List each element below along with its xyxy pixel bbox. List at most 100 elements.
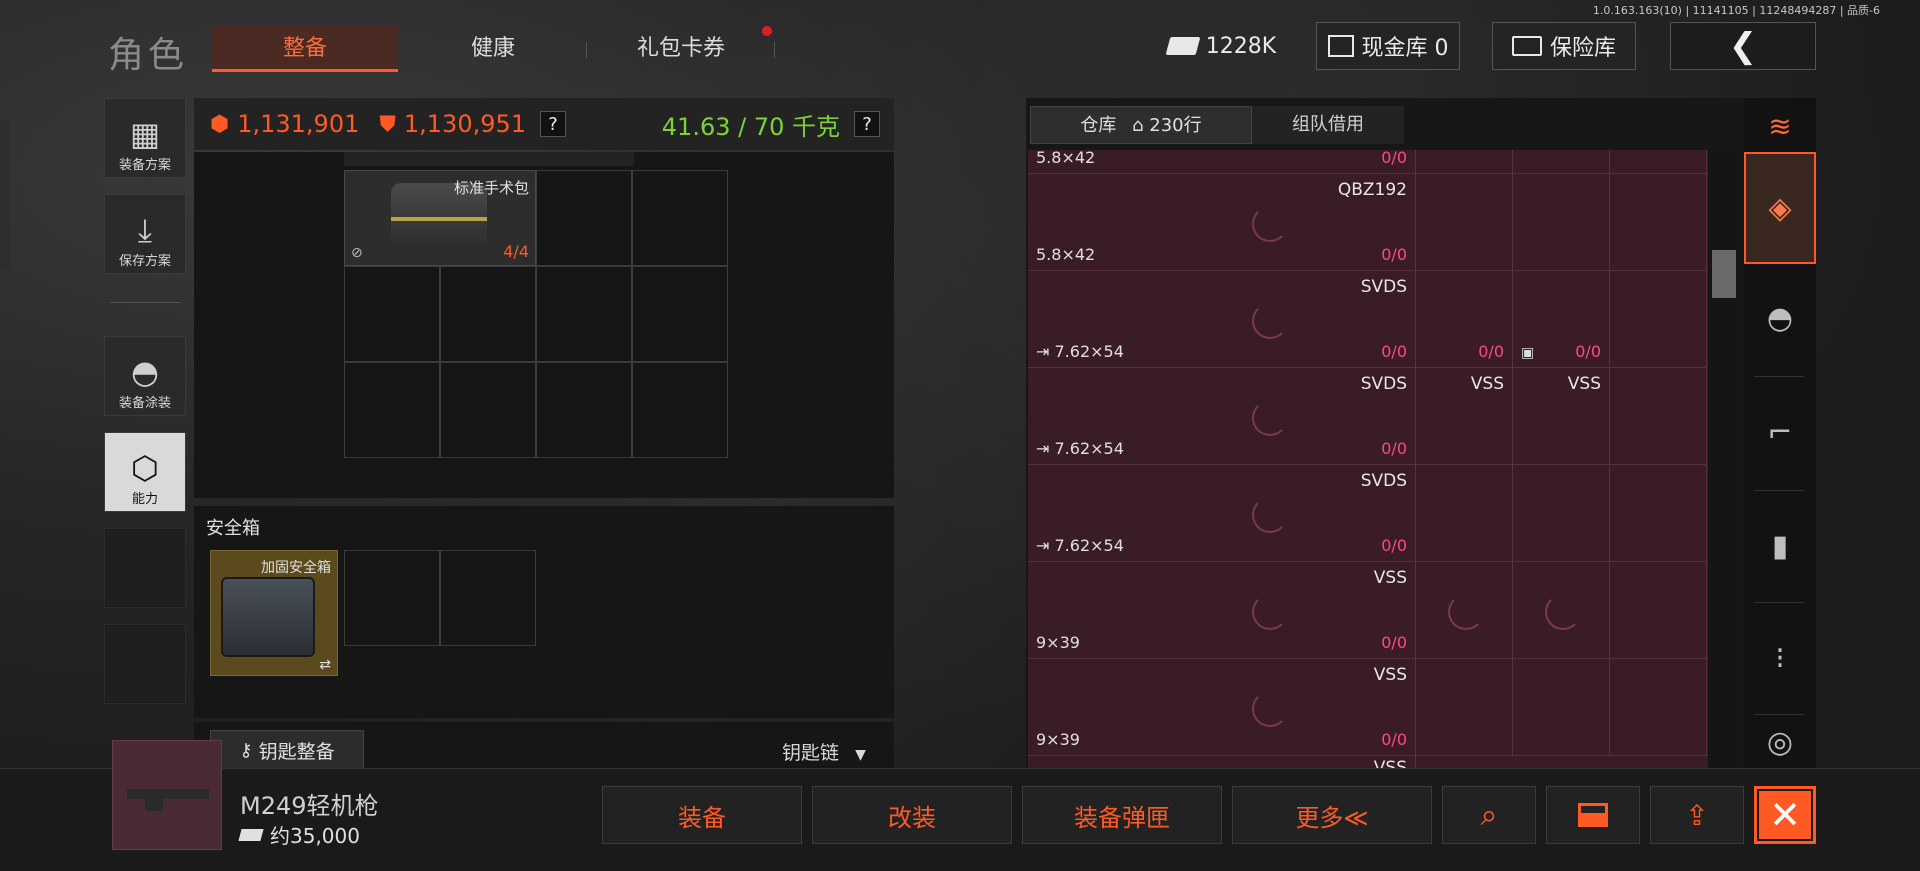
weight-help-button[interactable]: ? xyxy=(854,111,880,137)
grid-cell[interactable] xyxy=(1610,368,1707,465)
sidebar-item-save-loadout[interactable]: ⤓ 保存方案 xyxy=(104,194,186,274)
grid-cell[interactable] xyxy=(632,266,728,362)
tab-warehouse[interactable]: 仓库 ⌂ 230行 xyxy=(1030,106,1252,144)
grid-cell[interactable] xyxy=(1416,174,1513,271)
safe-box-icon xyxy=(221,577,315,657)
sidebar-item-label: 保存方案 xyxy=(118,254,171,269)
home-icon: ⌂ xyxy=(1132,115,1144,136)
keychain-label: 钥匙链 xyxy=(782,742,840,764)
grid-cell[interactable] xyxy=(1513,150,1610,174)
bullet-icon[interactable]: ⁝ xyxy=(1744,604,1816,712)
loading-icon xyxy=(1545,594,1581,630)
grid-cell[interactable] xyxy=(440,266,536,362)
ammo-label-text: 7.62×54 xyxy=(1054,439,1124,458)
loading-icon xyxy=(1252,206,1288,242)
scope-icon[interactable]: ◎ xyxy=(1744,716,1816,768)
scrollbar-thumb[interactable] xyxy=(1712,250,1736,298)
keychain-dropdown[interactable]: 钥匙链 ▼ xyxy=(782,738,866,765)
warehouse-tabs: 仓库 ⌂ 230行 组队借用 xyxy=(1030,106,1404,144)
warehouse-item[interactable]: SVDS ⇥ 7.62×54 0/0 xyxy=(1028,368,1416,465)
grid-cell[interactable] xyxy=(536,170,632,266)
item-count: 4/4 xyxy=(503,242,529,261)
rifle-icon[interactable]: ⌐ xyxy=(1744,378,1816,486)
ammo-label: ⇥ 7.62×54 xyxy=(1036,439,1124,458)
sell-button[interactable]: ⇪ xyxy=(1650,786,1744,844)
warehouse-item[interactable]: VSS 9×39 0/0 xyxy=(1028,659,1416,756)
warehouse-item[interactable]: 5.8×42 0/0 xyxy=(1028,150,1416,174)
grid-cell[interactable] xyxy=(1513,174,1610,271)
grid-cell[interactable] xyxy=(1610,562,1707,659)
ammo-label: 5.8×42 xyxy=(1036,245,1096,264)
stack-icon[interactable]: ◈ xyxy=(1744,152,1816,264)
grid-cell[interactable] xyxy=(440,362,536,458)
grid-cell[interactable] xyxy=(632,362,728,458)
safe-vault-button[interactable]: 保险库 xyxy=(1492,22,1636,70)
modify-button[interactable]: 改装 xyxy=(812,786,1012,844)
surgical-kit-item[interactable]: 标准手术包 ⊘ 4/4 xyxy=(344,170,536,266)
tab-equip[interactable]: 整备 xyxy=(212,26,398,72)
key-loadout-button[interactable]: ⚷ 钥匙整备 xyxy=(210,730,364,770)
equip-arrow-icon: ⇥ xyxy=(1036,536,1055,555)
more-button[interactable]: 更多≪ xyxy=(1232,786,1432,844)
ammo-label: ⇥ 7.62×54 xyxy=(1036,342,1124,361)
search-button[interactable]: ⌕ xyxy=(1442,786,1536,844)
grid-cell[interactable] xyxy=(1610,150,1707,174)
grid-header-strip xyxy=(344,152,634,166)
sidebar-slot-empty xyxy=(104,528,186,608)
warehouse-item[interactable]: ▣ 0/0 xyxy=(1513,271,1610,368)
ammo-count: 0/0 xyxy=(1381,342,1407,361)
grid-cell[interactable] xyxy=(440,550,536,646)
grid-cell[interactable] xyxy=(1610,174,1707,271)
warehouse-item[interactable]: VSS 9×39 0/0 xyxy=(1028,562,1416,659)
warehouse-item[interactable]: VSS xyxy=(1513,368,1610,465)
grid-cell[interactable] xyxy=(344,362,440,458)
warehouse-item[interactable]: QBZ192 5.8×42 0/0 xyxy=(1028,174,1416,271)
warehouse-item[interactable]: SVDS ⇥ 7.62×54 0/0 xyxy=(1028,465,1416,562)
grid-cell[interactable] xyxy=(536,266,632,362)
grid-cell[interactable] xyxy=(1513,465,1610,562)
grid-cell[interactable] xyxy=(1513,659,1610,756)
grid-cell[interactable] xyxy=(1610,465,1707,562)
back-button[interactable]: ❮ xyxy=(1670,22,1816,70)
tab-team-borrow[interactable]: 组队借用 xyxy=(1252,106,1404,144)
helmet-icon[interactable]: ◓ xyxy=(1744,264,1816,372)
grid-cell[interactable] xyxy=(1416,465,1513,562)
rows-count: 230行 xyxy=(1149,115,1202,136)
warehouse-item[interactable]: VSS xyxy=(1416,368,1513,465)
grid-cell[interactable] xyxy=(1416,659,1513,756)
sidebar-item-loadout[interactable]: ▦ 装备方案 xyxy=(104,98,186,178)
backpack-icon: ⬢ xyxy=(210,111,230,137)
stack-refresh-icon[interactable]: ≋ xyxy=(1744,98,1816,154)
equip-magazine-button[interactable]: 装备弹匣 xyxy=(1022,786,1222,844)
tab-gift-cards[interactable]: 礼包卡券 xyxy=(588,26,774,72)
safe-box-title: 安全箱 xyxy=(206,518,260,539)
grid-cell[interactable] xyxy=(344,550,440,646)
value-help-button[interactable]: ? xyxy=(540,111,567,137)
warehouse-item[interactable] xyxy=(1513,562,1610,659)
reinforced-safe-item[interactable]: 加固安全箱 ⇄ xyxy=(210,550,338,676)
swap-icon[interactable]: ⇄ xyxy=(319,657,331,673)
sidebar-item-ability[interactable]: ⬡ 能力 xyxy=(104,432,186,512)
sidebar-item-skin[interactable]: ◓ 装备涂装 xyxy=(104,336,186,416)
close-button-frame: ✕ xyxy=(1757,789,1813,841)
grid-cell[interactable] xyxy=(1610,271,1707,368)
store-button[interactable] xyxy=(1546,786,1640,844)
grid-cell[interactable] xyxy=(1416,150,1513,174)
scroll-track[interactable] xyxy=(1708,150,1740,770)
equip-button[interactable]: 装备 xyxy=(602,786,802,844)
tab-divider xyxy=(586,42,587,58)
grid-cell[interactable] xyxy=(632,170,728,266)
weapon-thumbnail[interactable] xyxy=(112,740,222,850)
grid-cell[interactable] xyxy=(536,362,632,458)
cash-vault-button[interactable]: 现金库 0 xyxy=(1316,22,1460,70)
magazine-icon[interactable]: ▮ xyxy=(1744,492,1816,600)
grid-cell[interactable] xyxy=(1610,659,1707,756)
warehouse-item[interactable] xyxy=(1416,562,1513,659)
warehouse-item[interactable]: 0/0 xyxy=(1416,271,1513,368)
warehouse-item[interactable]: SVDS ⇥ 7.62×54 0/0 xyxy=(1028,271,1416,368)
weapon-price-value: 约35,000 xyxy=(270,824,360,848)
close-button[interactable]: ✕ xyxy=(1754,786,1816,844)
stats-bar: ⬢ 1,131,901 ⛊ 1,130,951 ? 41.63 / 70 千克 … xyxy=(194,98,894,150)
grid-cell[interactable] xyxy=(344,266,440,362)
tab-health[interactable]: 健康 xyxy=(400,26,586,72)
